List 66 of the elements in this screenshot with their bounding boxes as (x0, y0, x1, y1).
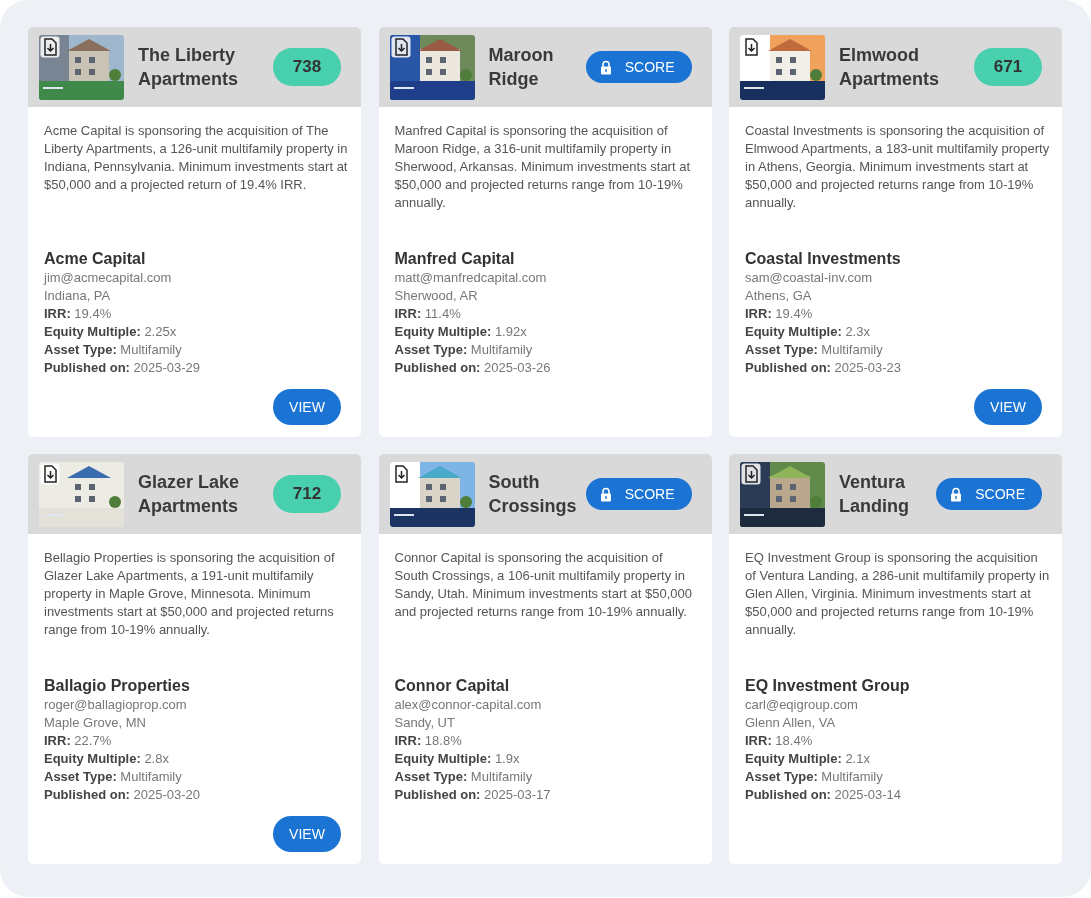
deal-detail: IRR: 18.4% (745, 732, 814, 750)
deal-detail: Published on: 2025-03-14 (745, 786, 903, 804)
deal-detail: Asset Type: Multifamily (745, 768, 884, 786)
deal-detail: Equity Multiple: 2.8x (44, 750, 170, 768)
score-badge: 712 (273, 475, 341, 513)
lock-icon (950, 486, 963, 502)
view-button[interactable]: VIEW (273, 389, 341, 425)
view-button[interactable]: VIEW (273, 816, 341, 852)
location: Glenn Allen, VA (745, 714, 837, 732)
lock-icon (599, 59, 612, 75)
property-title: Maroon Ridge (488, 44, 555, 91)
location: Maple Grove, MN (44, 714, 147, 732)
deal-detail: Asset Type: Multifamily (44, 341, 183, 359)
deal-detail: Equity Multiple: 2.1x (745, 750, 871, 768)
deal-detail: Published on: 2025-03-17 (394, 786, 552, 804)
sponsor-name: Acme Capital (44, 249, 147, 269)
deal-detail: IRR: 22.7% (44, 732, 113, 750)
deal-detail: Equity Multiple: 2.3x (745, 323, 871, 341)
deal-detail: Asset Type: Multifamily (44, 768, 183, 786)
deal-detail: IRR: 19.4% (44, 305, 113, 323)
deal-detail: Published on: 2025-03-26 (394, 359, 552, 377)
location: Sandy, UT (394, 714, 456, 732)
deal-detail: Asset Type: Multifamily (745, 341, 884, 359)
deal-detail: IRR: 11.4% (394, 305, 462, 323)
location: Sherwood, AR (394, 287, 479, 305)
deal-detail: Published on: 2025-03-29 (44, 359, 202, 377)
deal-detail: Equity Multiple: 2.25x (44, 323, 178, 341)
sponsor-name: Connor Capital (394, 676, 511, 696)
deal-description: Bellagio Properties is sponsoring the acquisition of Glazer Lake Apartments, a 191-unit multifamily property in Maple Grove, Minnesota. Minimum investments start at $50,000 and projected returns range from 10-19% annually. (44, 549, 336, 639)
score-badge: 738 (273, 48, 341, 86)
deal-description: Acme Capital is sponsoring the acquisition of The Liberty Apartments, a 126-unit multifamily property in Indiana, Pennsylvania. Minimum investments start at $50,000 and a projected return of 19.4% IRR. (44, 122, 349, 194)
location: Indiana, PA (44, 287, 112, 305)
property-title: Elmwood Apartments (839, 44, 941, 91)
deal-description: Manfred Capital is sponsoring the acquisition of Maroon Ridge, a 316-unit multifamily property in Sherwood, Arkansas. Minimum investments start at $50,000 and projected returns range from 10-19% annually. (394, 122, 691, 212)
sponsor-email: matt@manfredcapital.com (394, 269, 548, 287)
deal-detail: IRR: 19.4% (745, 305, 814, 323)
sponsor-email: carl@eqigroup.com (745, 696, 859, 714)
sponsor-email: alex@connor-capital.com (394, 696, 543, 714)
view-button[interactable]: VIEW (974, 389, 1042, 425)
property-title: The Liberty Apartments (138, 44, 240, 91)
deal-description: Connor Capital is sponsoring the acquisition of South Crossings, a 106-unit multifamily property in Sandy, Utah. Minimum investments start at $50,000 and projected returns range from 10-19% annually. (394, 549, 693, 621)
score-button[interactable]: SCORE (936, 478, 1042, 510)
property-title: South Crossings (488, 471, 578, 518)
deal-detail: Published on: 2025-03-20 (44, 786, 202, 804)
sponsor-name: Ballagio Properties (44, 676, 191, 696)
deal-detail: Equity Multiple: 1.92x (394, 323, 528, 341)
sponsor-name: EQ Investment Group (745, 676, 911, 696)
sponsor-email: jim@acmecapital.com (44, 269, 173, 287)
sponsor-email: roger@ballagioprop.com (44, 696, 188, 714)
sponsor-name: Coastal Investments (745, 249, 902, 269)
deal-detail: Equity Multiple: 1.9x (394, 750, 521, 768)
sponsor-email: sam@coastal-inv.com (745, 269, 874, 287)
deal-detail: Asset Type: Multifamily (394, 341, 534, 359)
sponsor-name: Manfred Capital (394, 249, 516, 269)
location: Athens, GA (745, 287, 813, 305)
lock-icon (599, 486, 612, 502)
property-title: Ventura Landing (839, 471, 910, 518)
deal-description: EQ Investment Group is sponsoring the acquisition of Ventura Landing, a 286-unit multifamily property in Glen Allen, Virginia. Minimum investments start at $50,000 and projected returns range from 10-19% annually. (745, 549, 1050, 639)
deal-detail: Published on: 2025-03-23 (745, 359, 903, 377)
score-button[interactable]: SCORE (585, 478, 692, 510)
deal-detail: IRR: 18.8% (394, 732, 463, 750)
score-button[interactable]: SCORE (585, 51, 692, 83)
property-title: Glazer Lake Apartments (138, 471, 241, 518)
score-badge: 671 (974, 48, 1042, 86)
deal-detail: Asset Type: Multifamily (394, 768, 534, 786)
deal-description: Coastal Investments is sponsoring the acquisition of Elmwood Apartments, a 183-unit multifamily property in Athens, Georgia. Minimum investments start at $50,000 and projected returns range from 10-19% annually. (745, 122, 1050, 212)
